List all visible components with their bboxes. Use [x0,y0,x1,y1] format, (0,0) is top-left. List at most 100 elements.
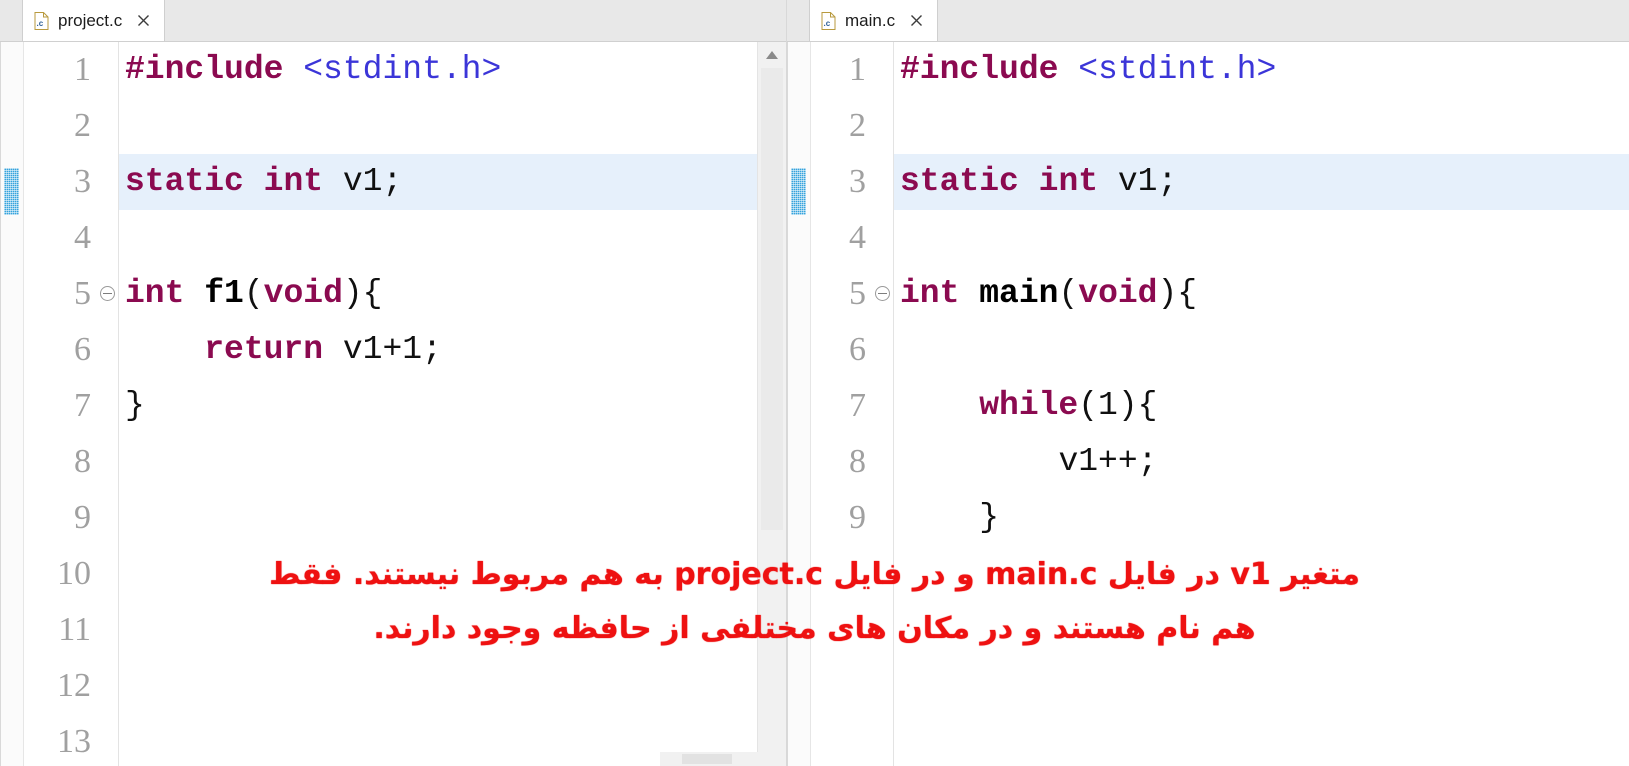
occurrence-marker[interactable] [791,168,806,215]
vertical-scrollbar-left[interactable] [757,42,786,766]
line-number: 1 [849,51,866,88]
horizontal-scrollbar-thumb[interactable] [682,754,732,764]
code-token: #include [125,51,284,88]
code-token: ){ [342,275,383,312]
code-line[interactable]: #include <stdint.h> [119,42,786,98]
code-token: int [900,275,960,312]
source-text-left[interactable]: #include <stdint.h> static int v1; int f… [119,42,786,766]
line-number: 6 [74,331,91,368]
code-token: int [1038,163,1099,200]
line-number: 3 [74,163,91,200]
occurrence-marker[interactable] [4,168,19,215]
code-line[interactable]: static int v1; [894,154,1629,210]
vertical-scrollbar-thumb[interactable] [761,68,783,530]
code-token: ){ [1157,275,1198,312]
annotation-ruler-right[interactable] [787,42,811,766]
code-area-right[interactable]: 1 2 3 4 5 6 7 8 9 #include <stdint.h> st… [787,42,1629,766]
line-number: 12 [57,667,91,704]
svg-text:.c: .c [37,19,44,28]
tab-project-c[interactable]: .c project.c [22,0,166,41]
code-line[interactable] [119,546,786,602]
line-number: 7 [74,387,91,424]
code-line[interactable]: return v1+1; [119,322,786,378]
line-number: 9 [74,499,91,536]
tab-bar-left: .c project.c [0,0,786,42]
folding-ruler-right[interactable] [873,42,894,766]
close-icon[interactable] [135,12,152,29]
code-token: v1; [1117,163,1178,200]
editor-split-view: .c project.c 1 2 3 4 5 6 7 8 9 10 11 12 … [0,0,1629,766]
code-line[interactable] [119,434,786,490]
code-line[interactable] [119,210,786,266]
close-icon[interactable] [908,12,925,29]
code-token: void [1078,275,1158,312]
scroll-up-arrow-icon[interactable] [758,42,786,68]
code-token: f1 [204,275,244,312]
horizontal-scrollbar-left[interactable] [660,752,780,766]
code-token: <stdint.h> [1078,51,1277,88]
line-number: 8 [849,443,866,480]
code-line[interactable]: while(1){ [894,378,1629,434]
tab-label: project.c [58,11,123,30]
code-token: int [125,275,185,312]
editor-pane-project-c: .c project.c 1 2 3 4 5 6 7 8 9 10 11 12 … [0,0,787,766]
code-token: return [204,331,324,368]
annotation-ruler-left[interactable] [0,42,24,766]
code-line[interactable]: int f1(void){ [119,266,786,322]
code-token: ( [243,275,264,312]
line-number: 8 [74,443,91,480]
tab-main-c[interactable]: .c main.c [809,0,939,41]
code-line[interactable]: #include <stdint.h> [894,42,1629,98]
code-token: #include [900,51,1059,88]
code-line[interactable] [894,322,1629,378]
code-line[interactable] [119,98,786,154]
code-line[interactable]: int main(void){ [894,266,1629,322]
code-token: while [979,387,1079,424]
code-line[interactable] [894,98,1629,154]
line-number: 13 [57,723,91,760]
line-number: 4 [74,219,91,256]
line-number: 5 [849,275,866,312]
code-line[interactable]: v1++; [894,434,1629,490]
fold-collapse-icon[interactable] [875,286,890,301]
code-line[interactable] [894,210,1629,266]
code-line[interactable]: } [894,490,1629,546]
c-file-icon: .c [34,11,49,30]
line-number: 6 [849,331,866,368]
code-token: v1+1; [342,331,442,368]
folding-ruler-left[interactable] [98,42,119,766]
line-number: 1 [74,51,91,88]
code-token: } [979,499,1000,536]
code-line[interactable] [119,490,786,546]
code-area-left[interactable]: 1 2 3 4 5 6 7 8 9 10 11 12 13 #include <… [0,42,786,766]
code-line[interactable] [119,658,786,714]
code-token: <stdint.h> [303,51,502,88]
tab-label: main.c [845,11,896,30]
code-token: main [979,275,1059,312]
editor-pane-main-c: .c main.c 1 2 3 4 5 6 7 8 9 #include <st… [787,0,1629,766]
code-line[interactable] [119,602,786,658]
line-number: 10 [57,555,91,592]
fold-collapse-icon[interactable] [100,286,115,301]
code-token: ( [1058,275,1079,312]
code-token: void [263,275,343,312]
c-file-icon: .c [821,11,836,30]
line-number: 7 [849,387,866,424]
line-number: 5 [74,275,91,312]
code-line[interactable]: } [119,378,786,434]
code-token: v1; [342,163,403,200]
source-text-right[interactable]: #include <stdint.h> static int v1; int m… [894,42,1629,766]
code-line[interactable]: static int v1; [119,154,786,210]
line-number: 3 [849,163,866,200]
code-token: int [263,163,324,200]
